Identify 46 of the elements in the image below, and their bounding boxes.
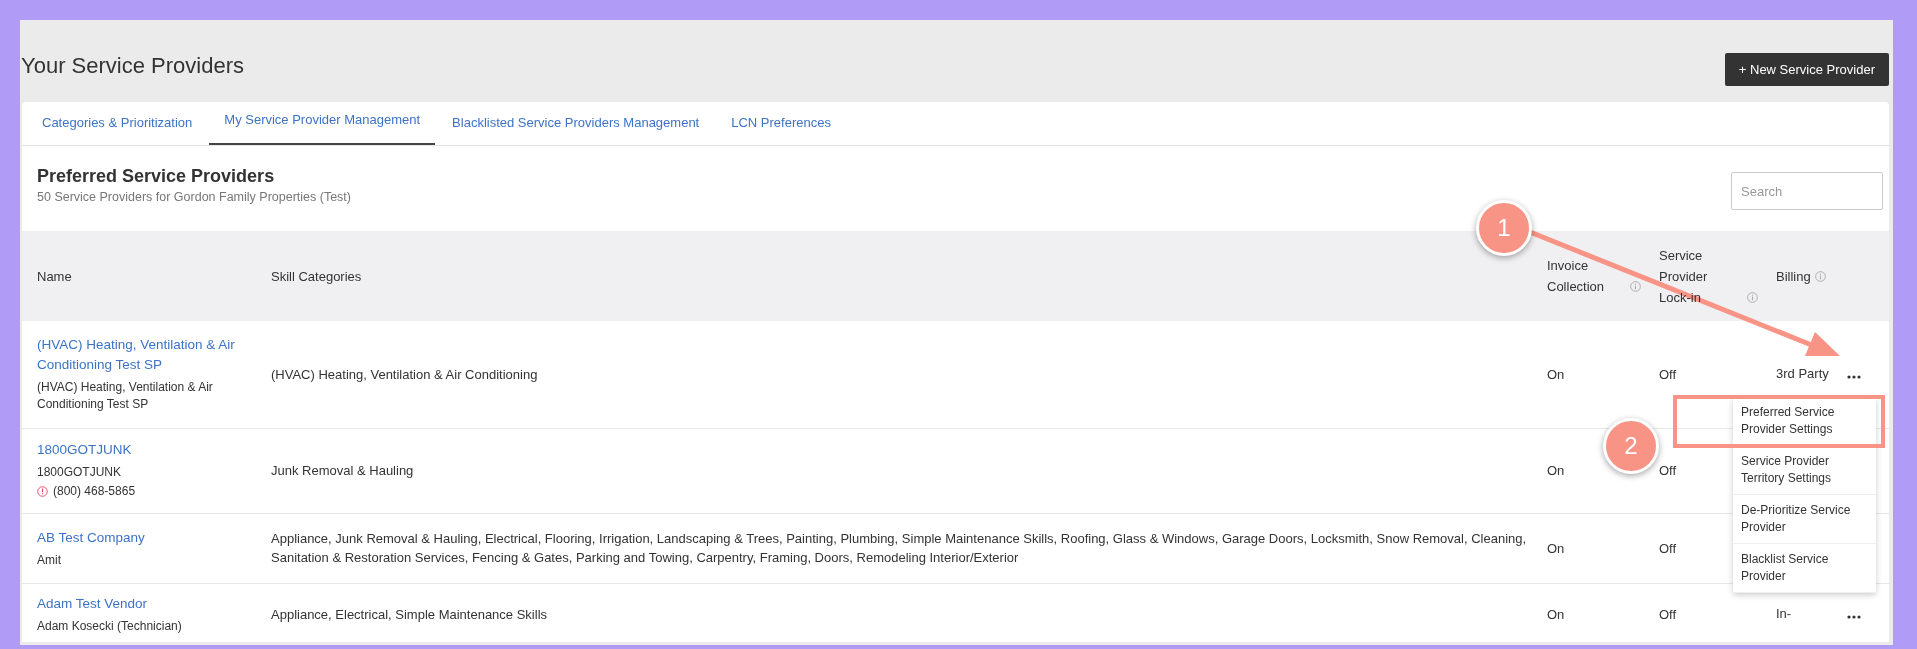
menu-item[interactable]: De-Prioritize Service Provider <box>1733 495 1876 544</box>
alert-icon <box>37 486 48 497</box>
table-cell: Junk Removal & Hauling <box>271 463 414 478</box>
table-cell: 3rd Party <box>1776 366 1829 382</box>
more-icon <box>1847 374 1861 379</box>
column-header: Skill Categories <box>271 267 362 286</box>
column-header: Invoice Collection <box>1547 257 1606 296</box>
new-service-provider-button[interactable]: + New Service Provider <box>1724 53 1889 86</box>
table-cell: On <box>1547 606 1565 622</box>
provider-link[interactable]: 1800GOTJUNK <box>37 440 132 460</box>
table-cell: (HVAC) Heating, Ventilation & Air Conditioning <box>271 366 538 382</box>
info-icon <box>1746 291 1758 303</box>
provider-link[interactable]: Adam Test Vendor <box>37 593 148 614</box>
table-cell: On <box>1547 366 1565 382</box>
phone-number: (800) 468-5865 <box>53 483 136 500</box>
tab[interactable]: My Service Provider Management <box>209 102 436 145</box>
column-header: Name <box>37 267 72 286</box>
tab[interactable]: LCN Preferences <box>716 102 846 145</box>
contact-name: 1800GOTJUNK <box>37 464 123 481</box>
table-cell: In- <box>1776 606 1792 621</box>
table-cell: Appliance, Electrical, Simple Maintenance Skills <box>271 606 547 622</box>
menu-item[interactable]: Service Provider Territory Settings <box>1733 446 1876 495</box>
tab[interactable]: Blacklisted Service Providers Management <box>437 102 715 145</box>
search-field[interactable]: Search <box>1731 172 1883 210</box>
contact-name: Adam Kosecki (Technician) <box>37 617 183 635</box>
menu-item[interactable]: Blacklist Service Provider <box>1733 544 1876 593</box>
table-cell: On <box>1547 463 1565 478</box>
tab[interactable]: Categories & Prioritization <box>27 102 208 145</box>
table-cell: Off <box>1659 606 1677 622</box>
contact-name: Amit <box>37 551 62 569</box>
table-cell: Off <box>1659 463 1677 478</box>
section-title: Preferred Service Providers <box>37 166 276 187</box>
column-header: Billing <box>1776 267 1809 286</box>
table-cell: Off <box>1659 540 1677 556</box>
table-cell: On <box>1547 540 1565 556</box>
section-subtitle: 50 Service Providers for Gordon Family Properties (Test) <box>37 190 351 204</box>
info-icon <box>1629 281 1641 292</box>
provider-link[interactable]: AB Test Company <box>37 527 145 548</box>
provider-link[interactable]: (HVAC) Heating, Ventilation & Air Conditioning Test SP <box>37 335 241 376</box>
info-icon <box>1814 270 1826 282</box>
page-title: Your Service Providers <box>21 53 244 79</box>
table-cell: Appliance, Junk Removal & Hauling, Electrical, Flooring, Irrigation, Landscaping & Trees, Painting, Plumbing, Simple Maintenance Skills, Roofing, Glass & Windows, Garage Doors, Locksmith, Snow Removal, Cleaning, Sanitation & Restoration Services, Fencing & Gates, Parking and Towing, Carpentry, Framing, Doors, Remodeling Interior/Exterior <box>271 531 1527 565</box>
contact-name: (HVAC) Heating, Ventilation & Air Conditioning Test SP <box>37 379 214 414</box>
more-icon <box>1847 614 1861 619</box>
menu-item[interactable]: Preferred Service Provider Settings <box>1733 397 1876 446</box>
table-cell: Off <box>1659 366 1677 382</box>
